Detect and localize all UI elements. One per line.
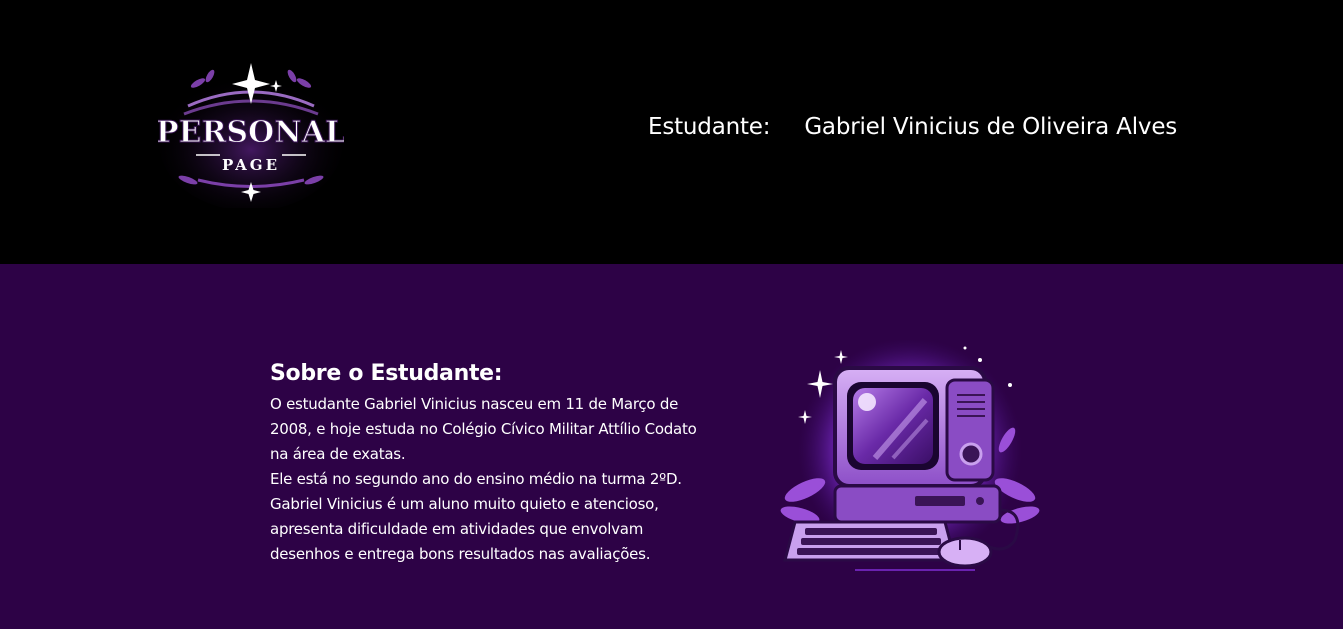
student-name: Gabriel Vinicius de Oliveira Alves xyxy=(804,114,1178,140)
logo-subtitle: PAGE xyxy=(222,156,280,174)
logo-title: PERSONAL xyxy=(158,115,344,150)
student-label: Estudante: xyxy=(648,114,771,140)
about-section: Sobre o Estudante: O estudante Gabriel V… xyxy=(270,361,750,567)
about-text: O estudante Gabriel Vinicius nasceu em 1… xyxy=(270,395,697,563)
retro-computer-illustration xyxy=(780,340,1040,571)
student-info: Estudante: Gabriel Vinicius de Oliveira A… xyxy=(648,114,1177,140)
site-header: PERSONAL PAGE Estudante: Gabriel Vinicius… xyxy=(0,0,1343,264)
personal-page-logo: PERSONAL PAGE xyxy=(158,63,344,208)
about-title: Sobre o Estudante: xyxy=(270,361,503,386)
main-section: Sobre o Estudante: O estudante Gabriel V… xyxy=(0,264,1343,629)
